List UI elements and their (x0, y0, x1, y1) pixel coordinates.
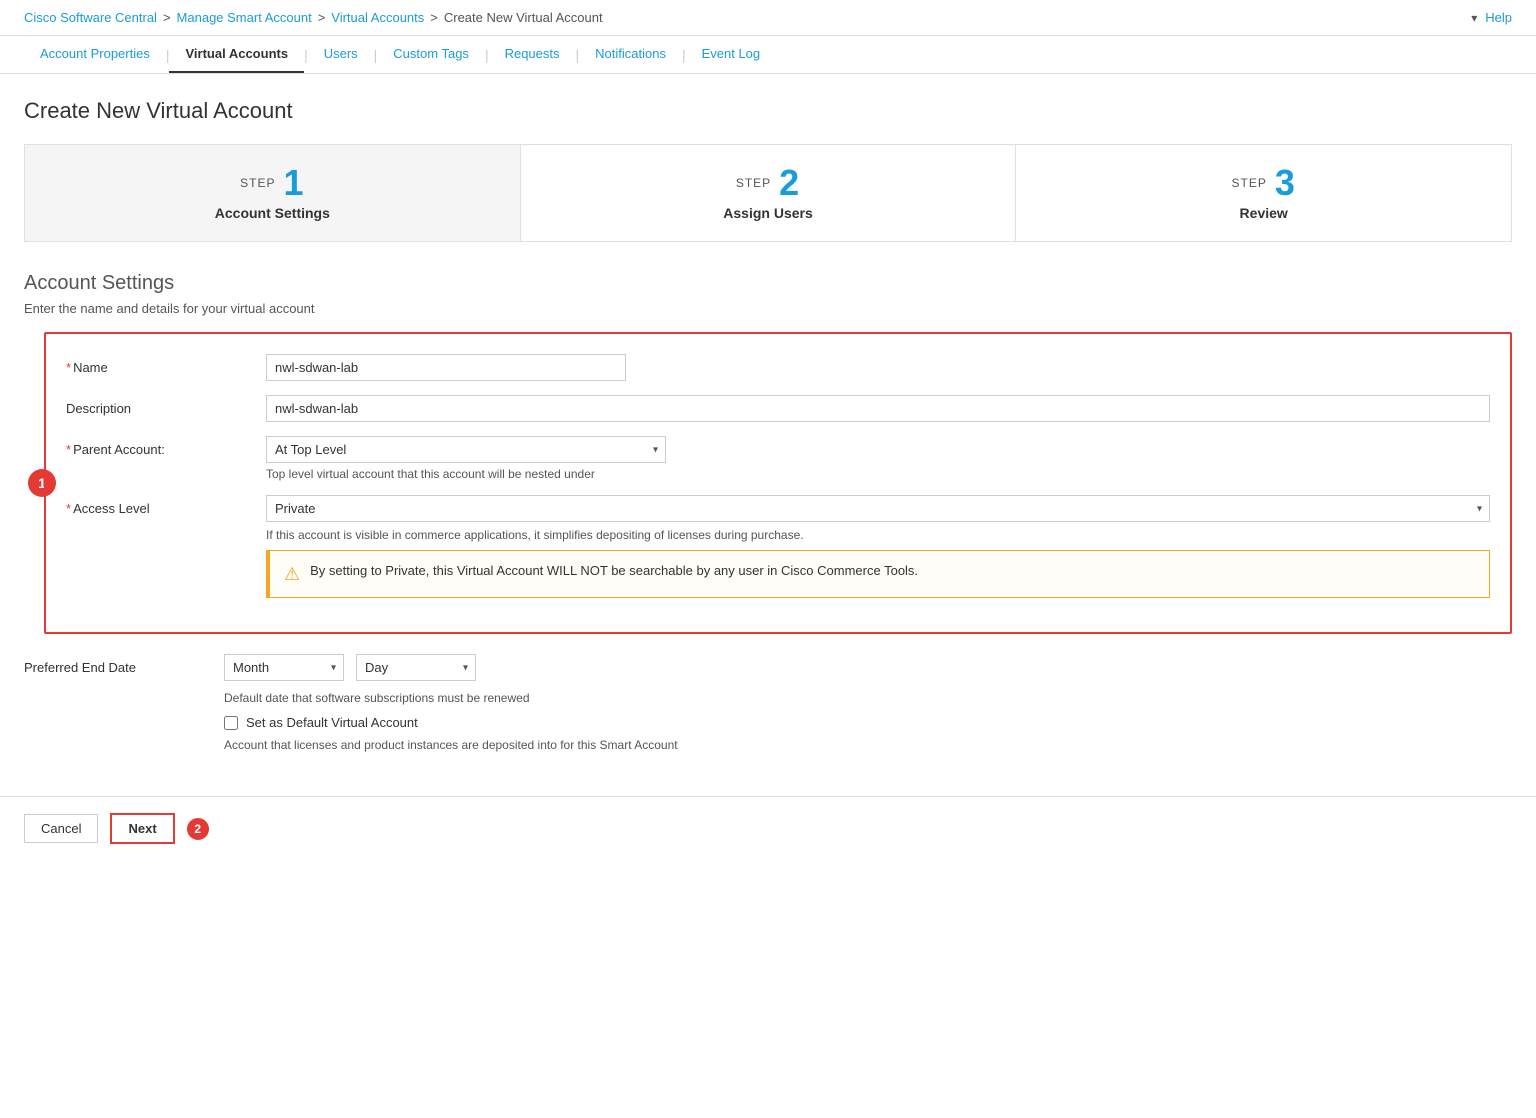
breadcrumb: Cisco Software Central > Manage Smart Ac… (24, 10, 603, 25)
parent-account-label: *Parent Account: (66, 436, 266, 457)
step-3-label: STEP (1231, 176, 1266, 190)
preferred-end-date-row: Preferred End Date Month January Februar… (24, 654, 1512, 752)
step-1: STEP 1 Account Settings (25, 145, 521, 241)
breadcrumb-current: Create New Virtual Account (444, 10, 603, 25)
default-account-checkbox-row: Set as Default Virtual Account (224, 715, 1512, 730)
tab-notifications[interactable]: Notifications (579, 36, 682, 73)
name-row: *Name (66, 354, 1490, 381)
default-account-hint: Account that licenses and product instan… (224, 738, 1512, 752)
default-account-checkbox[interactable] (224, 716, 238, 730)
parent-account-row: *Parent Account: At Top Level ▾ Top leve… (66, 436, 1490, 481)
parent-account-select[interactable]: At Top Level (266, 436, 666, 463)
tab-account-properties[interactable]: Account Properties (24, 36, 166, 73)
help-link[interactable]: Help (1485, 10, 1512, 25)
date-selects: Month January February March April May J… (224, 654, 1512, 681)
next-button[interactable]: Next (110, 813, 174, 844)
page-title: Create New Virtual Account (24, 98, 1512, 124)
step-1-number: 1 (283, 165, 304, 201)
step-3-number: 3 (1275, 165, 1296, 201)
month-select-wrap: Month January February March April May J… (224, 654, 344, 681)
access-level-hint: If this account is visible in commerce a… (266, 528, 1490, 542)
step-3-name: Review (1240, 205, 1288, 221)
tab-users[interactable]: Users (308, 36, 374, 73)
access-level-label: *Access Level (66, 495, 266, 516)
footer-bar: Cancel Next 2 (0, 796, 1536, 860)
breadcrumb-manage-smart-account[interactable]: Manage Smart Account (177, 10, 312, 25)
step-2: STEP 2 Assign Users (521, 145, 1017, 241)
day-select-wrap: Day 12345 678910 1112131415 1617181920 2… (356, 654, 476, 681)
tab-custom-tags[interactable]: Custom Tags (377, 36, 485, 73)
step-2-name: Assign Users (723, 205, 812, 221)
chevron-down-icon: ▾ (1471, 11, 1477, 25)
breadcrumb-virtual-accounts[interactable]: Virtual Accounts (331, 10, 424, 25)
breadcrumb-cisco-software-central[interactable]: Cisco Software Central (24, 10, 157, 25)
access-level-select[interactable]: Private Public (266, 495, 1490, 522)
description-label: Description (66, 395, 266, 416)
account-settings-title: Account Settings (24, 272, 1512, 295)
access-level-row: *Access Level Private Public ▾ If this a… (66, 495, 1490, 598)
step-2-number: 2 (779, 165, 800, 201)
warning-triangle-icon: ⚠ (284, 564, 300, 585)
name-label: *Name (66, 354, 266, 375)
main-content: Create New Virtual Account STEP 1 Accoun… (0, 74, 1536, 796)
step-1-label: STEP (240, 176, 275, 190)
account-settings-desc: Enter the name and details for your virt… (24, 301, 1512, 316)
preferred-end-date-section: Preferred End Date Month January Februar… (24, 654, 1512, 752)
nav-tabs: Account Properties | Virtual Accounts | … (0, 36, 1536, 74)
access-level-select-wrap: Private Public ▾ (266, 495, 1490, 522)
preferred-end-date-label: Preferred End Date (24, 654, 224, 675)
account-settings-form: *Name Description *Parent Account: (44, 332, 1512, 634)
next-step-badge: 2 (187, 818, 209, 840)
tab-requests[interactable]: Requests (489, 36, 576, 73)
warning-text: By setting to Private, this Virtual Acco… (310, 563, 918, 578)
preferred-end-date-control: Month January February March April May J… (224, 654, 1512, 752)
access-level-wrap: Private Public ▾ If this account is visi… (266, 495, 1490, 598)
name-input-wrap (266, 354, 1490, 381)
description-input[interactable] (266, 395, 1490, 422)
top-bar: Cisco Software Central > Manage Smart Ac… (0, 0, 1536, 36)
default-account-checkbox-label: Set as Default Virtual Account (246, 715, 418, 730)
description-row: Description (66, 395, 1490, 422)
parent-account-select-wrap: At Top Level ▾ (266, 436, 666, 463)
steps-container: STEP 1 Account Settings STEP 2 Assign Us… (24, 144, 1512, 242)
step-2-label: STEP (736, 176, 771, 190)
step-1-name: Account Settings (215, 205, 330, 221)
description-input-wrap (266, 395, 1490, 422)
cancel-button[interactable]: Cancel (24, 814, 98, 843)
tab-event-log[interactable]: Event Log (686, 36, 777, 73)
name-input[interactable] (266, 354, 626, 381)
private-warning-box: ⚠ By setting to Private, this Virtual Ac… (266, 550, 1490, 598)
month-select[interactable]: Month January February March April May J… (224, 654, 344, 681)
parent-account-hint: Top level virtual account that this acco… (266, 467, 1490, 481)
day-select[interactable]: Day 12345 678910 1112131415 1617181920 2… (356, 654, 476, 681)
tab-virtual-accounts[interactable]: Virtual Accounts (169, 36, 304, 73)
step-3: STEP 3 Review (1016, 145, 1511, 241)
parent-account-wrap: At Top Level ▾ Top level virtual account… (266, 436, 1490, 481)
date-hint: Default date that software subscriptions… (224, 691, 1512, 705)
top-bar-right: ▾ Help (1471, 10, 1512, 25)
